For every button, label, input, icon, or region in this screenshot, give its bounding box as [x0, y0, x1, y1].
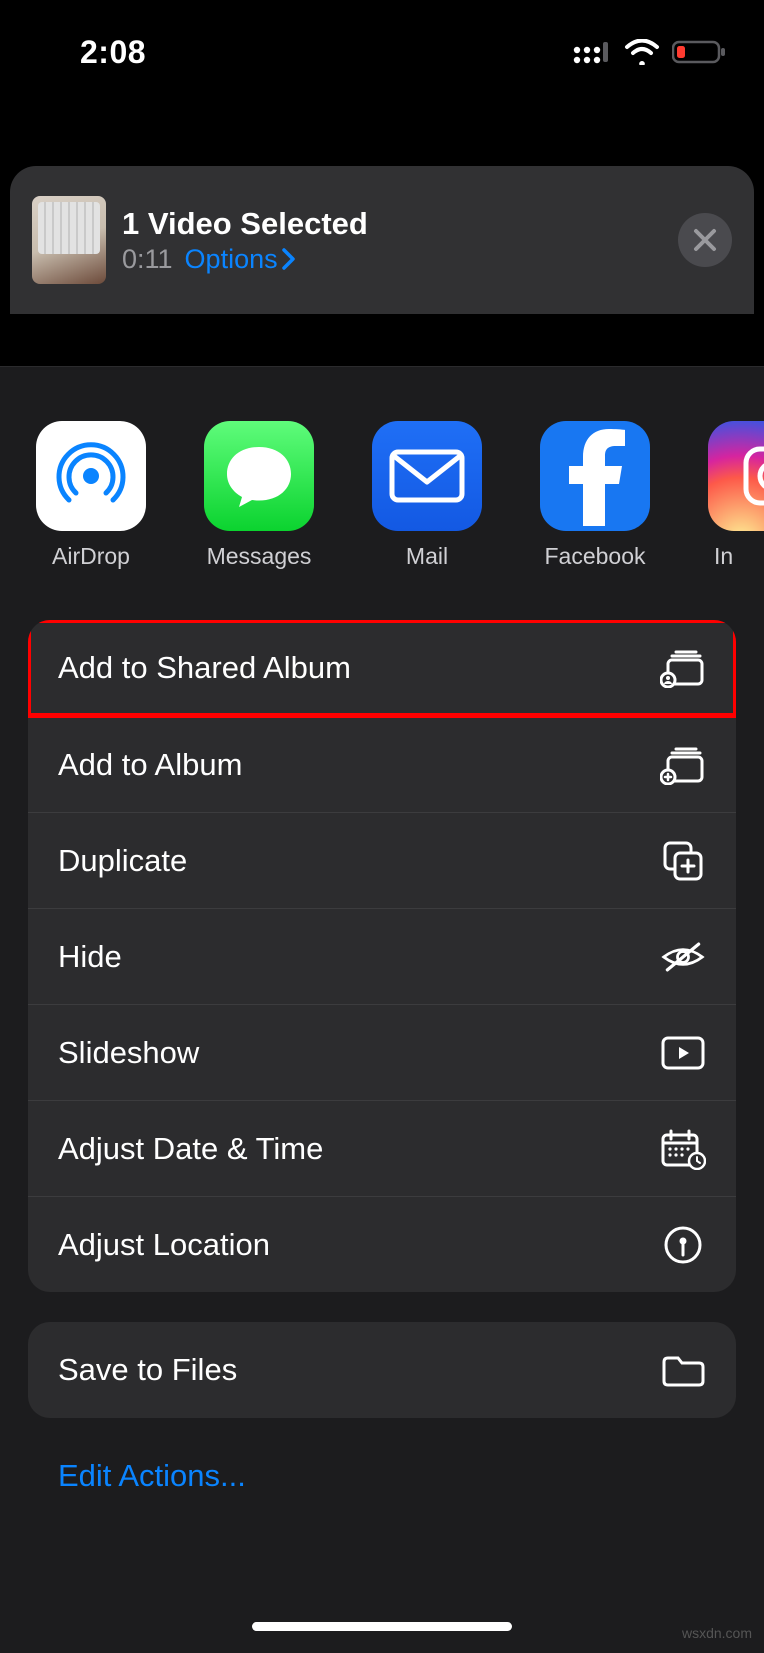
video-duration: 0:11	[122, 244, 173, 275]
action-label: Slideshow	[58, 1035, 199, 1071]
action-adjust-location[interactable]: Adjust Location	[28, 1196, 736, 1292]
action-duplicate[interactable]: Duplicate	[28, 812, 736, 908]
duplicate-icon	[660, 838, 706, 884]
options-link[interactable]: Options	[185, 244, 296, 275]
app-messages[interactable]: Messages	[204, 421, 314, 570]
action-label: Add to Shared Album	[58, 650, 351, 686]
mail-icon	[372, 421, 482, 531]
battery-icon	[672, 39, 728, 65]
app-label: In	[714, 543, 733, 570]
calendar-clock-icon	[660, 1126, 706, 1172]
home-indicator[interactable]	[252, 1622, 512, 1631]
action-add-to-album[interactable]: Add to Album	[28, 716, 736, 812]
status-bar: 2:08	[0, 0, 764, 78]
actions-list-primary: Add to Shared Album Add to Album Duplica…	[28, 620, 736, 1292]
close-button[interactable]	[678, 213, 732, 267]
selection-title: 1 Video Selected	[122, 206, 368, 242]
share-header-text: 1 Video Selected 0:11 Options	[122, 206, 368, 275]
slideshow-icon	[660, 1030, 706, 1076]
app-airdrop[interactable]: AirDrop	[36, 421, 146, 570]
selected-thumbnail[interactable]	[32, 196, 106, 284]
action-add-to-shared-album[interactable]: Add to Shared Album	[28, 620, 736, 716]
messages-icon	[204, 421, 314, 531]
action-label: Adjust Location	[58, 1227, 270, 1263]
shared-album-icon	[660, 645, 706, 691]
watermark: wsxdn.com	[682, 1625, 752, 1641]
status-icons	[572, 39, 728, 65]
app-instagram[interactable]: In	[708, 421, 748, 570]
app-mail[interactable]: Mail	[372, 421, 482, 570]
photo-strip: 1 Video Selected 0:11 Options	[0, 78, 764, 238]
edit-actions-link[interactable]: Edit Actions...	[0, 1418, 764, 1494]
cellular-icon	[572, 39, 612, 65]
chevron-right-icon	[282, 248, 296, 270]
app-label: Mail	[406, 543, 448, 570]
action-adjust-date-time[interactable]: Adjust Date & Time	[28, 1100, 736, 1196]
instagram-icon	[708, 421, 764, 531]
folder-icon	[660, 1347, 706, 1393]
action-hide[interactable]: Hide	[28, 908, 736, 1004]
action-label: Adjust Date & Time	[58, 1131, 323, 1167]
album-icon	[660, 742, 706, 788]
location-icon	[660, 1222, 706, 1268]
hide-icon	[660, 934, 706, 980]
action-label: Duplicate	[58, 843, 187, 879]
app-facebook[interactable]: Facebook	[540, 421, 650, 570]
action-label: Add to Album	[58, 747, 242, 783]
app-label: AirDrop	[52, 543, 130, 570]
share-apps-row[interactable]: AirDrop Messages Mail Facebook In	[0, 367, 764, 570]
action-save-to-files[interactable]: Save to Files	[28, 1322, 736, 1418]
facebook-icon	[540, 421, 650, 531]
action-label: Hide	[58, 939, 122, 975]
airdrop-icon	[36, 421, 146, 531]
close-icon	[692, 227, 718, 253]
action-label: Save to Files	[58, 1352, 237, 1388]
status-time: 2:08	[36, 34, 146, 71]
actions-list-secondary: Save to Files	[28, 1322, 736, 1418]
app-label: Messages	[207, 543, 312, 570]
app-label: Facebook	[544, 543, 645, 570]
share-header: 1 Video Selected 0:11 Options	[10, 166, 754, 314]
share-sheet: AirDrop Messages Mail Facebook In	[0, 366, 764, 1653]
action-slideshow[interactable]: Slideshow	[28, 1004, 736, 1100]
wifi-icon	[624, 39, 660, 65]
